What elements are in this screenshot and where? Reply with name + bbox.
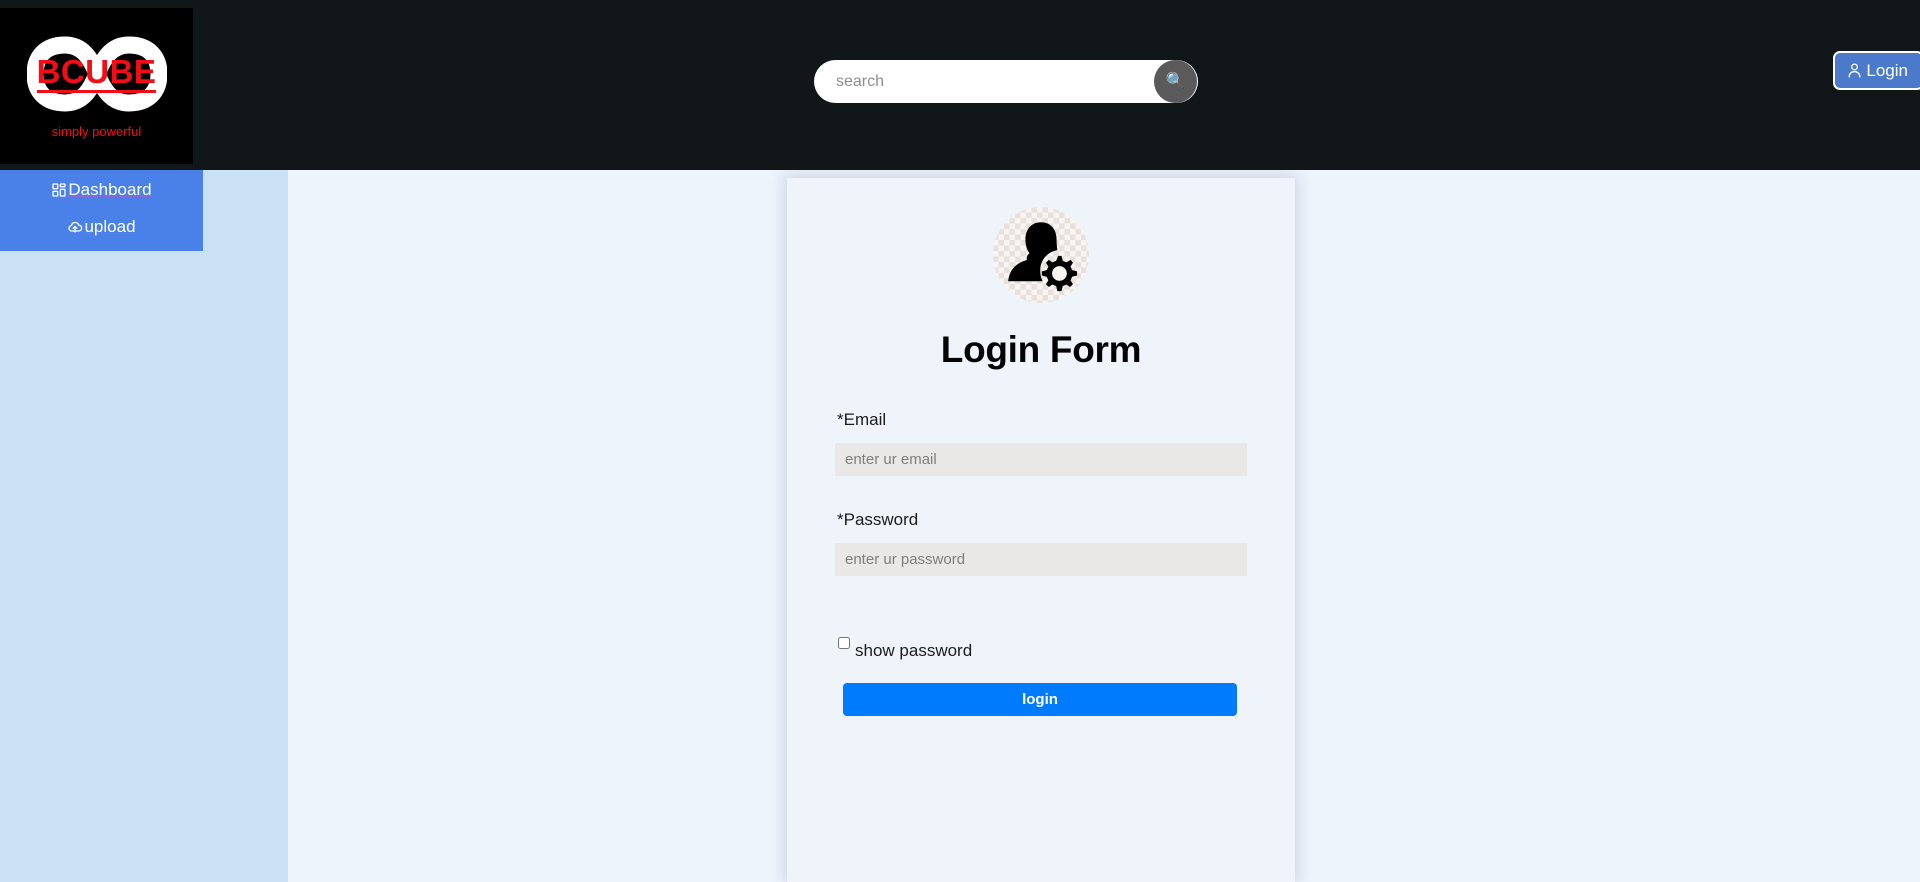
header-login-button[interactable]: Login: [1833, 51, 1920, 90]
show-password-checkbox[interactable]: [838, 637, 850, 649]
password-field[interactable]: [835, 543, 1247, 576]
person-icon: [1848, 63, 1861, 78]
brand-logo[interactable]: BCUBE simply powerful: [0, 8, 193, 164]
main-content-area: Login Form *Email *Password show passwor…: [288, 170, 1920, 882]
logo-tagline: simply powerful: [51, 124, 142, 139]
email-label: *Email: [837, 410, 887, 429]
logo-mark: BCUBE: [26, 33, 167, 115]
login-submit-button[interactable]: login: [843, 683, 1237, 716]
show-password-label[interactable]: show password: [855, 642, 972, 659]
search-icon: 🔍: [1165, 72, 1186, 90]
sidebar-item-dashboard-label: Dashboard: [68, 180, 152, 199]
search-button[interactable]: 🔍: [1154, 60, 1197, 103]
top-header-bar: BCUBE simply powerful 🔍 Login: [0, 0, 1920, 170]
email-field[interactable]: [835, 443, 1247, 476]
password-label: *Password: [837, 510, 919, 529]
sidebar: Dashboard upload: [0, 170, 288, 882]
field-spacer: [835, 476, 1247, 510]
search-input[interactable]: [814, 61, 1154, 102]
search-bar[interactable]: 🔍: [814, 60, 1198, 103]
user-settings-avatar-icon: [1008, 222, 1078, 292]
login-form: *Email *Password show password login: [835, 371, 1247, 716]
avatar: [993, 207, 1089, 303]
sidebar-nav-block: Dashboard upload: [0, 170, 203, 251]
show-password-row: show password: [838, 635, 1247, 659]
page-title: Login Form: [940, 329, 1142, 370]
dashboard-grid-icon: [52, 183, 67, 198]
sidebar-item-upload-label: upload: [84, 216, 136, 236]
cloud-upload-icon: [68, 222, 83, 234]
sidebar-item-upload[interactable]: upload: [67, 216, 136, 239]
sidebar-item-dashboard[interactable]: Dashboard: [51, 179, 152, 202]
login-card: Login Form *Email *Password show passwor…: [787, 178, 1295, 882]
header-login-label: Login: [1866, 60, 1908, 80]
logo-wordmark: BCUBE: [36, 55, 157, 93]
